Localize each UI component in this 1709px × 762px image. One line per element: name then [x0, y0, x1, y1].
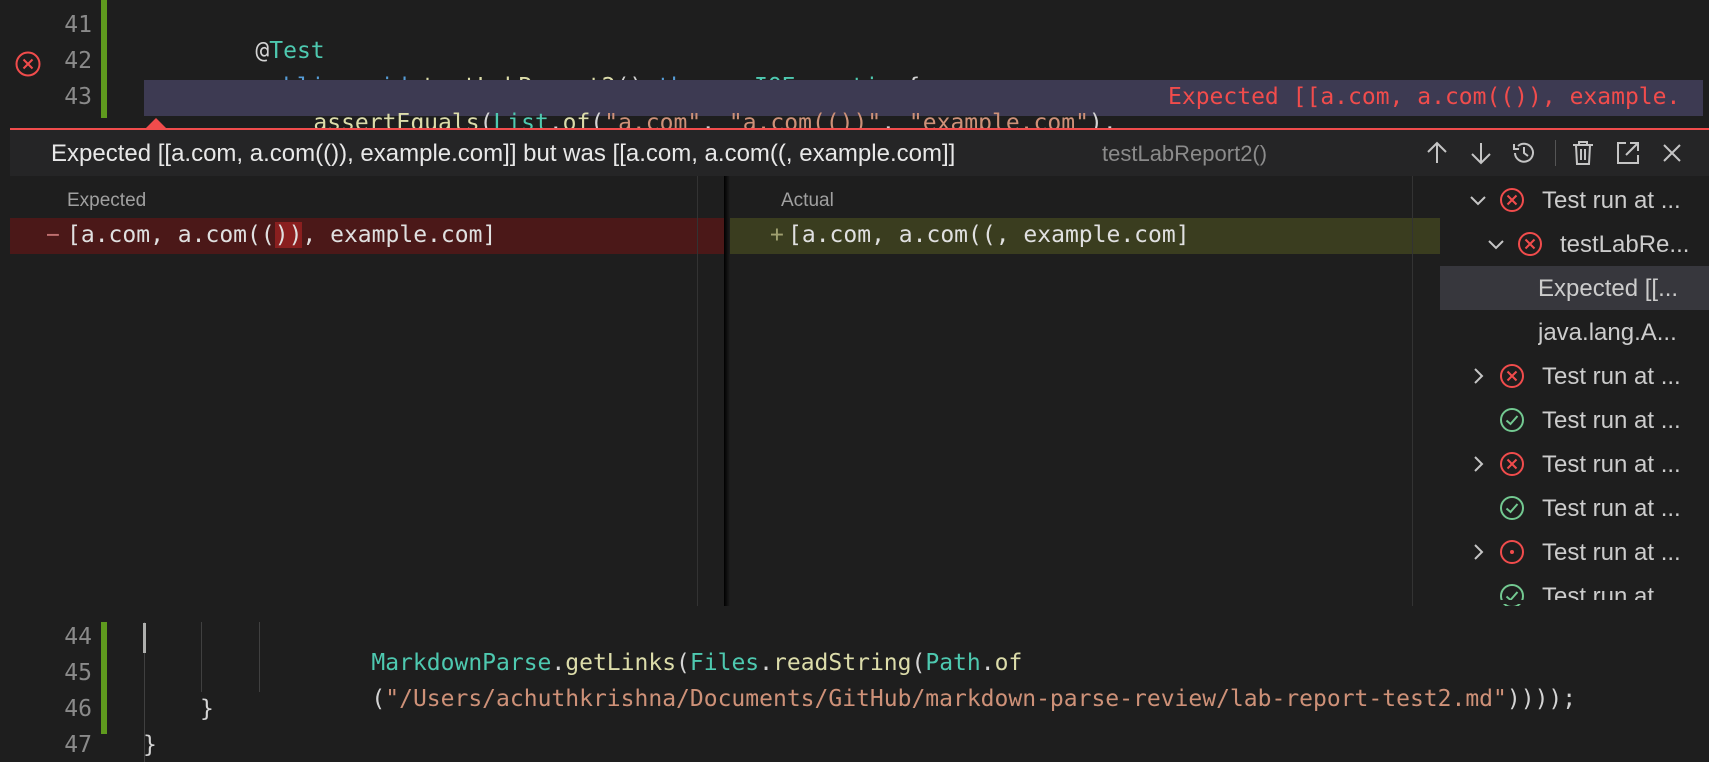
editor-bottom: 44 MarkdownParse.getLinks(Files.readStri…: [0, 606, 1709, 762]
close-icon[interactable]: [1660, 141, 1684, 169]
diff-overview-divider: [1412, 176, 1413, 606]
toolbar-divider: [1555, 140, 1556, 166]
chevron-right-icon[interactable]: [1468, 366, 1488, 390]
chevron-right-icon[interactable]: [1468, 454, 1488, 478]
inline-error-message[interactable]: Expected [[a.com, a.com(()), example.: [1168, 84, 1703, 110]
code-line-47[interactable]: }: [143, 732, 157, 758]
line-number: 41: [64, 12, 92, 38]
test-tree-item[interactable]: Test run at ...: [1440, 178, 1709, 222]
test-tree-label: testLabRe...: [1560, 231, 1690, 258]
peek-message: Expected [[a.com, a.com(()), example.com…: [51, 140, 956, 167]
indent-guide: [259, 622, 260, 692]
test-tree-label: Test run at ...: [1542, 495, 1681, 522]
diff-editor: Expected − [a.com, a.com(()), example.co…: [10, 176, 1440, 606]
chevron-right-icon[interactable]: [1468, 542, 1488, 566]
modified-gutter-indicator: [101, 0, 107, 118]
test-tree-label: Test run at ...: [1542, 407, 1681, 434]
actual-label: Actual: [781, 190, 834, 211]
expected-value: [a.com, a.com(()), example.com]: [67, 222, 497, 248]
test-tree-label: Test run at ...: [1542, 363, 1681, 390]
code-line-45[interactable]: ("/Users/achuthkrishna/Documents/GitHub/…: [316, 660, 1576, 738]
diff-highlight: )): [274, 222, 303, 248]
added-line[interactable]: + [a.com, a.com((, example.com]: [730, 218, 1440, 254]
test-tree-label: Test run at ...: [1542, 451, 1681, 478]
modified-gutter-indicator: [101, 622, 107, 734]
test-tree-label: Expected [[...: [1538, 275, 1679, 302]
test-tree-item[interactable]: testLabRe...: [1440, 222, 1709, 266]
line-number: 46: [64, 696, 92, 722]
actual-value: [a.com, a.com((, example.com]: [788, 222, 1190, 248]
diff-pane-divider: [697, 176, 698, 606]
unset-status-icon: [1499, 539, 1525, 569]
expected-label: Expected: [67, 190, 147, 211]
code-line-46[interactable]: }: [200, 696, 214, 722]
arrow-down-icon[interactable]: [1468, 140, 1494, 170]
test-tree-item[interactable]: Test run at ...: [1440, 486, 1709, 530]
tree-clip: [1440, 600, 1709, 604]
minus-sign: −: [46, 222, 60, 248]
test-tree-item[interactable]: java.lang.A...: [1440, 310, 1709, 354]
chevron-down-icon[interactable]: [1468, 190, 1488, 214]
chevron-down-icon[interactable]: [1486, 234, 1506, 258]
indent-guide: [201, 622, 202, 692]
test-tree-label: Test run at ...: [1542, 187, 1681, 214]
failed-status-icon: [1499, 187, 1525, 217]
line-number: 44: [64, 624, 92, 650]
test-tree-item[interactable]: Test run at ...: [1440, 354, 1709, 398]
open-external-icon[interactable]: [1614, 139, 1642, 171]
failed-status-icon: [1499, 363, 1525, 393]
arrow-up-icon[interactable]: [1424, 140, 1450, 170]
text-cursor: [143, 623, 146, 653]
line-number: 45: [64, 660, 92, 686]
test-tree-item[interactable]: Test run at ...: [1440, 398, 1709, 442]
trash-icon[interactable]: [1570, 139, 1596, 171]
passed-status-icon: [1499, 495, 1525, 525]
passed-status-icon: [1499, 407, 1525, 437]
failed-status-icon: [1499, 451, 1525, 481]
failed-status-icon: [1517, 231, 1543, 261]
line-number: 42: [64, 48, 92, 74]
peek-source: testLabReport2(): [1102, 141, 1268, 166]
removed-line[interactable]: − [a.com, a.com(()), example.com]: [10, 218, 724, 254]
test-tree-label: Test run at ...: [1542, 539, 1681, 566]
line-number: 43: [64, 84, 92, 110]
test-tree-item[interactable]: Test run at ...: [1440, 530, 1709, 574]
peek-pointer: [146, 118, 166, 128]
history-icon[interactable]: [1510, 139, 1538, 171]
test-tree-label: java.lang.A...: [1538, 319, 1677, 346]
peek-header: Expected [[a.com, a.com(()), example.com…: [10, 130, 1709, 176]
plus-sign: +: [770, 222, 784, 248]
editor-top: 41 @Test 42 public void testLabReport2()…: [0, 0, 1709, 136]
test-tree-item[interactable]: Expected [[...: [1440, 266, 1709, 310]
test-tree-item[interactable]: Test run at ...: [1440, 442, 1709, 486]
line-number: 47: [64, 732, 92, 758]
